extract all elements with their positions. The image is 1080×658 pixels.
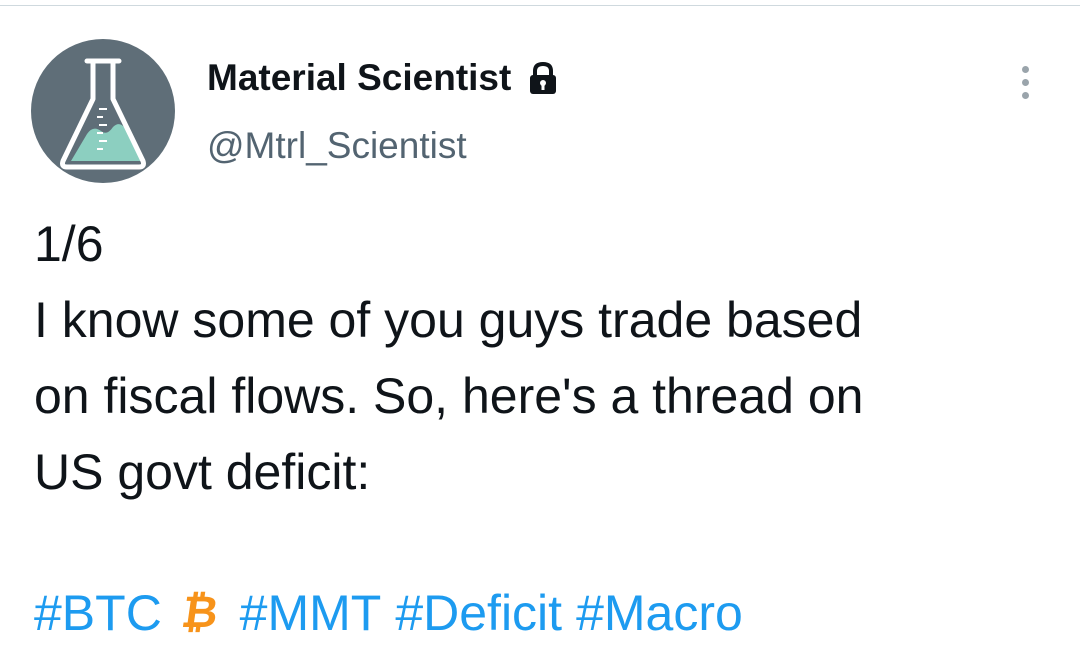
more-options-button[interactable] bbox=[1010, 60, 1040, 104]
tweet-text: 1/6 I know some of you guys trade based … bbox=[34, 216, 864, 500]
more-vertical-icon-dot bbox=[1021, 91, 1029, 99]
bitcoin-icon: ₿ bbox=[178, 588, 222, 637]
top-divider bbox=[0, 0, 1080, 6]
avatar[interactable] bbox=[31, 39, 175, 183]
lock-icon bbox=[530, 61, 557, 94]
author-name-row[interactable]: Material Scientist bbox=[207, 56, 561, 100]
hashtag-btc[interactable]: #BTC bbox=[34, 578, 162, 648]
flask-icon bbox=[60, 58, 146, 170]
hashtag-macro[interactable]: #Macro bbox=[576, 578, 743, 648]
hashtag-row: #BTC ₿ #MMT #Deficit #Macro bbox=[34, 578, 743, 648]
author-handle[interactable]: @Mtrl_Scientist bbox=[207, 124, 467, 168]
more-vertical-icon-dot bbox=[1021, 65, 1029, 73]
hashtag-deficit[interactable]: #Deficit bbox=[395, 578, 562, 648]
more-vertical-icon-dot bbox=[1021, 78, 1029, 86]
hashtag-mmt[interactable]: #MMT bbox=[240, 578, 382, 648]
display-name[interactable]: Material Scientist bbox=[207, 56, 511, 100]
